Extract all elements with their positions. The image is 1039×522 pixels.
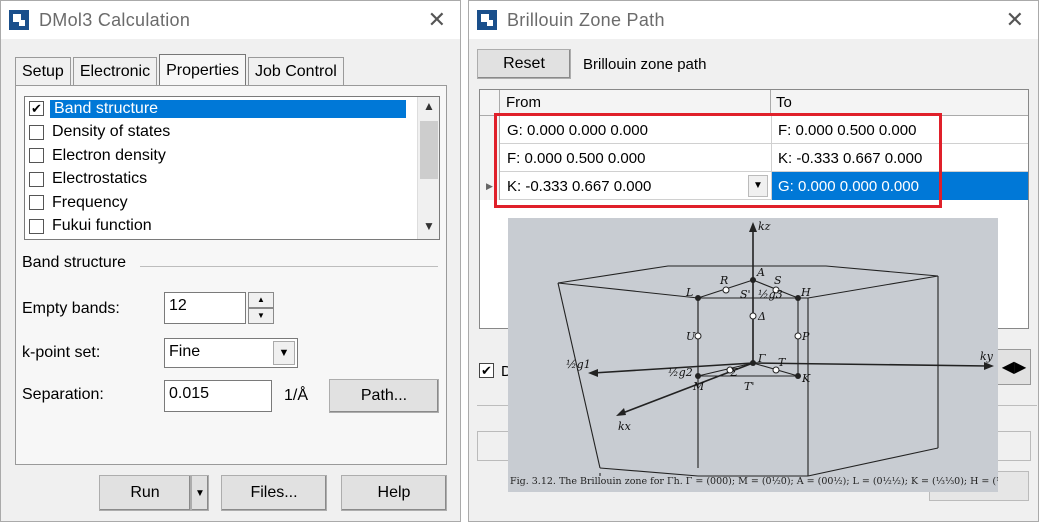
label-kz: kz — [758, 220, 771, 233]
scroll-thumb[interactable] — [420, 121, 438, 179]
kpoint-set-select[interactable]: Fine ▼ — [164, 338, 298, 368]
figure-caption-rest: h. Γ = (000); M = (0½0); A = (00½); L = … — [673, 476, 998, 487]
label-S: S — [774, 274, 782, 287]
column-header-to[interactable]: To — [776, 94, 792, 111]
property-label: Frequency — [52, 193, 128, 211]
property-item-electron-density[interactable]: Electron density — [25, 144, 439, 168]
close-icon[interactable]: ✕ — [428, 7, 446, 33]
kpoint-set-label: k-point set: — [22, 344, 101, 361]
checkbox[interactable] — [29, 218, 44, 234]
property-label: Electron density — [52, 146, 166, 164]
property-label: Fukui function — [52, 217, 152, 235]
empty-bands-label: Empty bands: — [22, 300, 120, 317]
close-icon[interactable]: ✕ — [1006, 7, 1024, 33]
label-U: U — [686, 330, 696, 343]
scroll-down-icon[interactable]: ▼ — [418, 219, 439, 239]
label-K: K — [801, 372, 811, 385]
label-P: P — [801, 330, 810, 343]
label-g1: ½g1 — [566, 358, 591, 371]
run-dropdown-icon[interactable]: ▼ — [191, 475, 209, 511]
label-R: R — [719, 274, 728, 287]
label-H: H — [800, 286, 811, 299]
bz-path-label: Brillouin zone path — [583, 56, 707, 73]
checkbox[interactable] — [29, 148, 44, 164]
bz-titlebar: Brillouin Zone Path ✕ — [469, 1, 1038, 39]
spin-up-icon[interactable]: ▲ — [248, 292, 274, 308]
path-button[interactable]: Path... — [329, 379, 439, 413]
label-g2: ½g2 — [668, 366, 693, 379]
checkbox[interactable] — [29, 124, 44, 140]
label-T-prime: T' — [744, 380, 754, 393]
label-g3: ½g3 — [758, 288, 783, 301]
empty-bands-input[interactable]: 12 — [164, 292, 246, 324]
label-Delta: Δ — [757, 310, 766, 323]
property-item-density-of-states[interactable]: Density of states — [25, 121, 439, 145]
property-item-band-structure[interactable]: ✔ Band structure — [25, 97, 439, 121]
empty-bands-stepper[interactable]: ▲ ▼ — [248, 292, 274, 324]
tab-electronic[interactable]: Electronic — [72, 57, 158, 85]
reset-button[interactable]: Reset — [477, 49, 571, 79]
bz-window-title: Brillouin Zone Path — [507, 9, 665, 30]
label-ky: ky — [980, 350, 994, 363]
tab-job-control[interactable]: Job Control — [247, 57, 344, 85]
app-icon — [9, 10, 29, 30]
checkbox[interactable] — [29, 195, 44, 211]
checkbox[interactable] — [29, 171, 44, 187]
checkbox[interactable]: ✔ — [29, 101, 44, 117]
spin-down-icon[interactable]: ▼ — [248, 308, 274, 324]
properties-list: ✔ Band structure Density of states Elect… — [24, 96, 440, 240]
dropdown-arrow-icon[interactable]: ▼ — [273, 341, 295, 365]
help-button[interactable]: Help — [341, 475, 447, 511]
label-M: M — [692, 380, 705, 393]
separation-input[interactable]: 0.015 — [164, 380, 272, 412]
property-label: Electrostatics — [52, 170, 148, 188]
dmol3-titlebar: DMol3 Calculation ✕ — [1, 1, 460, 39]
property-item-frequency[interactable]: Frequency — [25, 191, 439, 215]
label-Gamma: Γ — [757, 352, 766, 365]
label-A: A — [756, 266, 765, 279]
property-item-electrostatics[interactable]: Electrostatics — [25, 168, 439, 192]
property-label: Band structure — [50, 99, 406, 118]
tab-setup[interactable]: Setup — [15, 57, 71, 85]
scroll-up-icon[interactable]: ▲ — [418, 99, 439, 119]
group-divider — [140, 266, 438, 267]
label-L: L — [685, 286, 693, 299]
kpoint-set-value: Fine — [169, 343, 201, 360]
brillouin-zone-drawing: kz kx ky ½g1 ½g2 ½g3 A R S S' L H U P Δ … — [557, 220, 994, 477]
swap-arrows-icon[interactable]: ◀▶ — [997, 349, 1031, 385]
run-button[interactable]: Run — [99, 475, 191, 511]
band-structure-group-title: Band structure — [22, 254, 127, 271]
column-header-from[interactable]: From — [506, 94, 541, 111]
highlight-box — [494, 113, 942, 208]
figure-caption-start: Fig. 3.12. The Brillouin zone for Γ — [510, 476, 674, 487]
label-S-prime: S' — [740, 288, 751, 301]
checkbox[interactable]: ✔ — [479, 363, 494, 378]
label-Sigma: Σ — [729, 366, 738, 379]
property-label: Density of states — [52, 123, 171, 141]
separation-label: Separation: — [22, 386, 104, 403]
brillouin-zone-figure-photo: kz kx ky ½g1 ½g2 ½g3 A R S S' L H U P Δ … — [508, 218, 998, 492]
dmol3-tabs: Setup Electronic Properties Job Control — [15, 53, 346, 86]
app-icon — [477, 10, 497, 30]
property-item-fukui-function[interactable]: Fukui function — [25, 215, 439, 239]
label-kx: kx — [618, 420, 632, 433]
dmol3-calculation-window: DMol3 Calculation ✕ Setup Electronic Pro… — [0, 0, 461, 522]
label-T: T — [778, 356, 787, 369]
dmol3-window-title: DMol3 Calculation — [39, 9, 191, 30]
separation-unit: 1/Å — [284, 387, 309, 404]
figure-caption: Fig. 3.12. The Brillouin zone for Γh. Γ … — [508, 476, 998, 487]
tab-properties[interactable]: Properties — [159, 54, 246, 86]
list-scrollbar[interactable]: ▲ ▼ — [417, 97, 439, 239]
files-button[interactable]: Files... — [221, 475, 327, 511]
